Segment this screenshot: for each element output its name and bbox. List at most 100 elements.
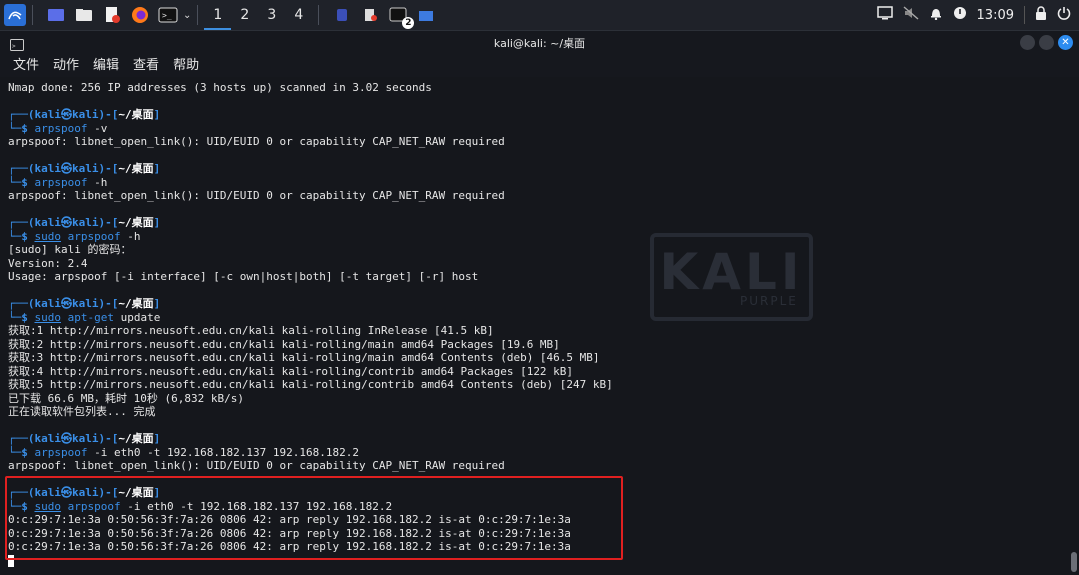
menu-help[interactable]: 帮助 bbox=[173, 55, 199, 77]
workspace-1[interactable]: 1 bbox=[204, 0, 232, 30]
menu-file[interactable]: 文件 bbox=[13, 55, 39, 77]
prompt-host: kali bbox=[72, 162, 99, 175]
prompt-frame: ] bbox=[153, 297, 161, 310]
menu-view[interactable]: 查看 bbox=[133, 55, 159, 77]
command-args: update bbox=[113, 310, 161, 324]
command-name: arpspoof bbox=[34, 175, 88, 189]
prompt-dir: ~/桌面 bbox=[118, 108, 154, 121]
prompt-frame: ┌──( bbox=[8, 216, 35, 229]
prompt-dir: ~/桌面 bbox=[118, 216, 154, 229]
command-name: arpspoof bbox=[34, 121, 88, 135]
sudo-keyword: sudo bbox=[34, 229, 62, 243]
command-name: arpspoof bbox=[34, 445, 88, 459]
notification-bell-icon[interactable] bbox=[929, 6, 943, 24]
clock[interactable]: 13:09 bbox=[977, 8, 1014, 23]
prompt-dir: ~/桌面 bbox=[118, 162, 154, 175]
command-name: apt-get bbox=[67, 310, 114, 324]
scrollbar[interactable] bbox=[1071, 552, 1077, 572]
file-manager-icon[interactable] bbox=[73, 4, 95, 26]
kali-watermark-sub: PURPLE bbox=[740, 294, 798, 308]
terminal-area[interactable]: KALI PURPLE Nmap done: 256 IP addresses … bbox=[0, 77, 1079, 575]
command-name: arpspoof bbox=[67, 229, 121, 243]
prompt-dir: ~/桌面 bbox=[118, 297, 154, 310]
folder-task-icon[interactable] bbox=[415, 4, 437, 26]
menu-edit[interactable]: 编辑 bbox=[93, 55, 119, 77]
show-desktop-icon[interactable] bbox=[45, 4, 67, 26]
window-title: kali@kali: ~/桌面 bbox=[493, 37, 586, 50]
command-args: -h bbox=[87, 175, 108, 189]
prompt-at: ㉿ bbox=[61, 297, 72, 310]
prompt-frame: ┌──( bbox=[8, 432, 35, 445]
prompt-user: kali bbox=[34, 432, 62, 445]
prompt-at: ㉿ bbox=[61, 216, 72, 229]
taskbar: >_ ⌄ 1 2 3 4 2 13:09 bbox=[0, 0, 1079, 31]
output-line: arpspoof: libnet_open_link(): UID/EUID 0… bbox=[8, 135, 505, 148]
command-args: -i eth0 -t 192.168.182.137 192.168.182.2 bbox=[87, 445, 360, 459]
close-button[interactable]: ✕ bbox=[1058, 35, 1073, 50]
window-titlebar[interactable]: > kali@kali: ~/桌面 ✕ bbox=[0, 31, 1079, 55]
app-blue-icon[interactable] bbox=[331, 4, 353, 26]
prompt-frame: )-[ bbox=[98, 162, 119, 175]
chevron-down-icon[interactable]: ⌄ bbox=[183, 10, 191, 21]
menu-action[interactable]: 动作 bbox=[53, 55, 79, 77]
workspace-4[interactable]: 4 bbox=[285, 0, 312, 30]
prompt-frame: ┌──( bbox=[8, 108, 35, 121]
prompt-user: kali bbox=[34, 297, 62, 310]
prompt-frame: ] bbox=[153, 108, 161, 121]
command-line: └─$ arpspoof -v bbox=[8, 122, 613, 136]
firefox-icon[interactable] bbox=[129, 4, 151, 26]
output-line: arpspoof: libnet_open_link(): UID/EUID 0… bbox=[8, 189, 505, 202]
highlight-box bbox=[5, 476, 623, 560]
prompt-line: ┌──(kali㉿kali)-[~/桌面] bbox=[8, 108, 613, 122]
text-editor-task-icon[interactable] bbox=[359, 4, 381, 26]
prompt-line: ┌──(kali㉿kali)-[~/桌面] bbox=[8, 162, 613, 176]
prompt-dollar: └─$ bbox=[8, 310, 35, 324]
prompt-frame: ┌──( bbox=[8, 297, 35, 310]
prompt-frame: )-[ bbox=[98, 216, 119, 229]
prompt-dollar: └─$ bbox=[8, 229, 35, 243]
command-line: └─$ arpspoof -h bbox=[8, 176, 613, 190]
system-tray: 13:09 bbox=[876, 0, 1071, 30]
command-line: └─$ sudo arpspoof -h bbox=[8, 230, 613, 244]
logout-icon[interactable] bbox=[1057, 6, 1071, 24]
text-editor-icon[interactable] bbox=[101, 4, 123, 26]
prompt-line: ┌──(kali㉿kali)-[~/桌面] bbox=[8, 432, 613, 446]
output-line: [sudo] kali 的密码： bbox=[8, 243, 132, 256]
prompt-user: kali bbox=[34, 162, 62, 175]
lock-icon[interactable] bbox=[1035, 6, 1047, 24]
output-line: Nmap done: 256 IP addresses (3 hosts up)… bbox=[8, 81, 432, 94]
prompt-dir: ~/桌面 bbox=[118, 432, 154, 445]
prompt-host: kali bbox=[72, 108, 99, 121]
workspace-2[interactable]: 2 bbox=[231, 0, 258, 30]
terminal-launcher-icon[interactable]: >_ bbox=[157, 4, 179, 26]
terminal-task-icon[interactable]: 2 bbox=[387, 4, 415, 29]
prompt-line: ┌──(kali㉿kali)-[~/桌面] bbox=[8, 297, 613, 311]
prompt-at: ㉿ bbox=[61, 432, 72, 445]
prompt-host: kali bbox=[72, 297, 99, 310]
sudo-keyword: sudo bbox=[34, 310, 62, 324]
prompt-frame: )-[ bbox=[98, 297, 119, 310]
menu-bar: 文件 动作 编辑 查看 帮助 bbox=[0, 55, 1079, 77]
output-line: Usage: arpspoof [-i interface] [-c own|h… bbox=[8, 270, 479, 283]
output-line: 正在读取软件包列表... 完成 bbox=[8, 405, 156, 418]
output-line: Version: 2.4 bbox=[8, 256, 88, 270]
mute-icon[interactable] bbox=[903, 6, 919, 24]
minimize-button[interactable] bbox=[1020, 35, 1035, 50]
workspace-3[interactable]: 3 bbox=[258, 0, 285, 30]
display-icon[interactable] bbox=[876, 6, 893, 24]
prompt-at: ㉿ bbox=[61, 162, 72, 175]
prompt-frame: ] bbox=[153, 162, 161, 175]
command-args: -v bbox=[87, 121, 108, 135]
output-line: 获取:2 http://mirrors.neusoft.edu.cn/kali … bbox=[8, 337, 560, 351]
maximize-button[interactable] bbox=[1039, 35, 1054, 50]
power-status-icon[interactable] bbox=[953, 6, 967, 24]
prompt-at: ㉿ bbox=[61, 108, 72, 121]
prompt-frame: ] bbox=[153, 216, 161, 229]
output-line: 获取:1 http://mirrors.neusoft.edu.cn/kali … bbox=[8, 324, 494, 337]
kali-menu-icon[interactable] bbox=[4, 4, 26, 26]
